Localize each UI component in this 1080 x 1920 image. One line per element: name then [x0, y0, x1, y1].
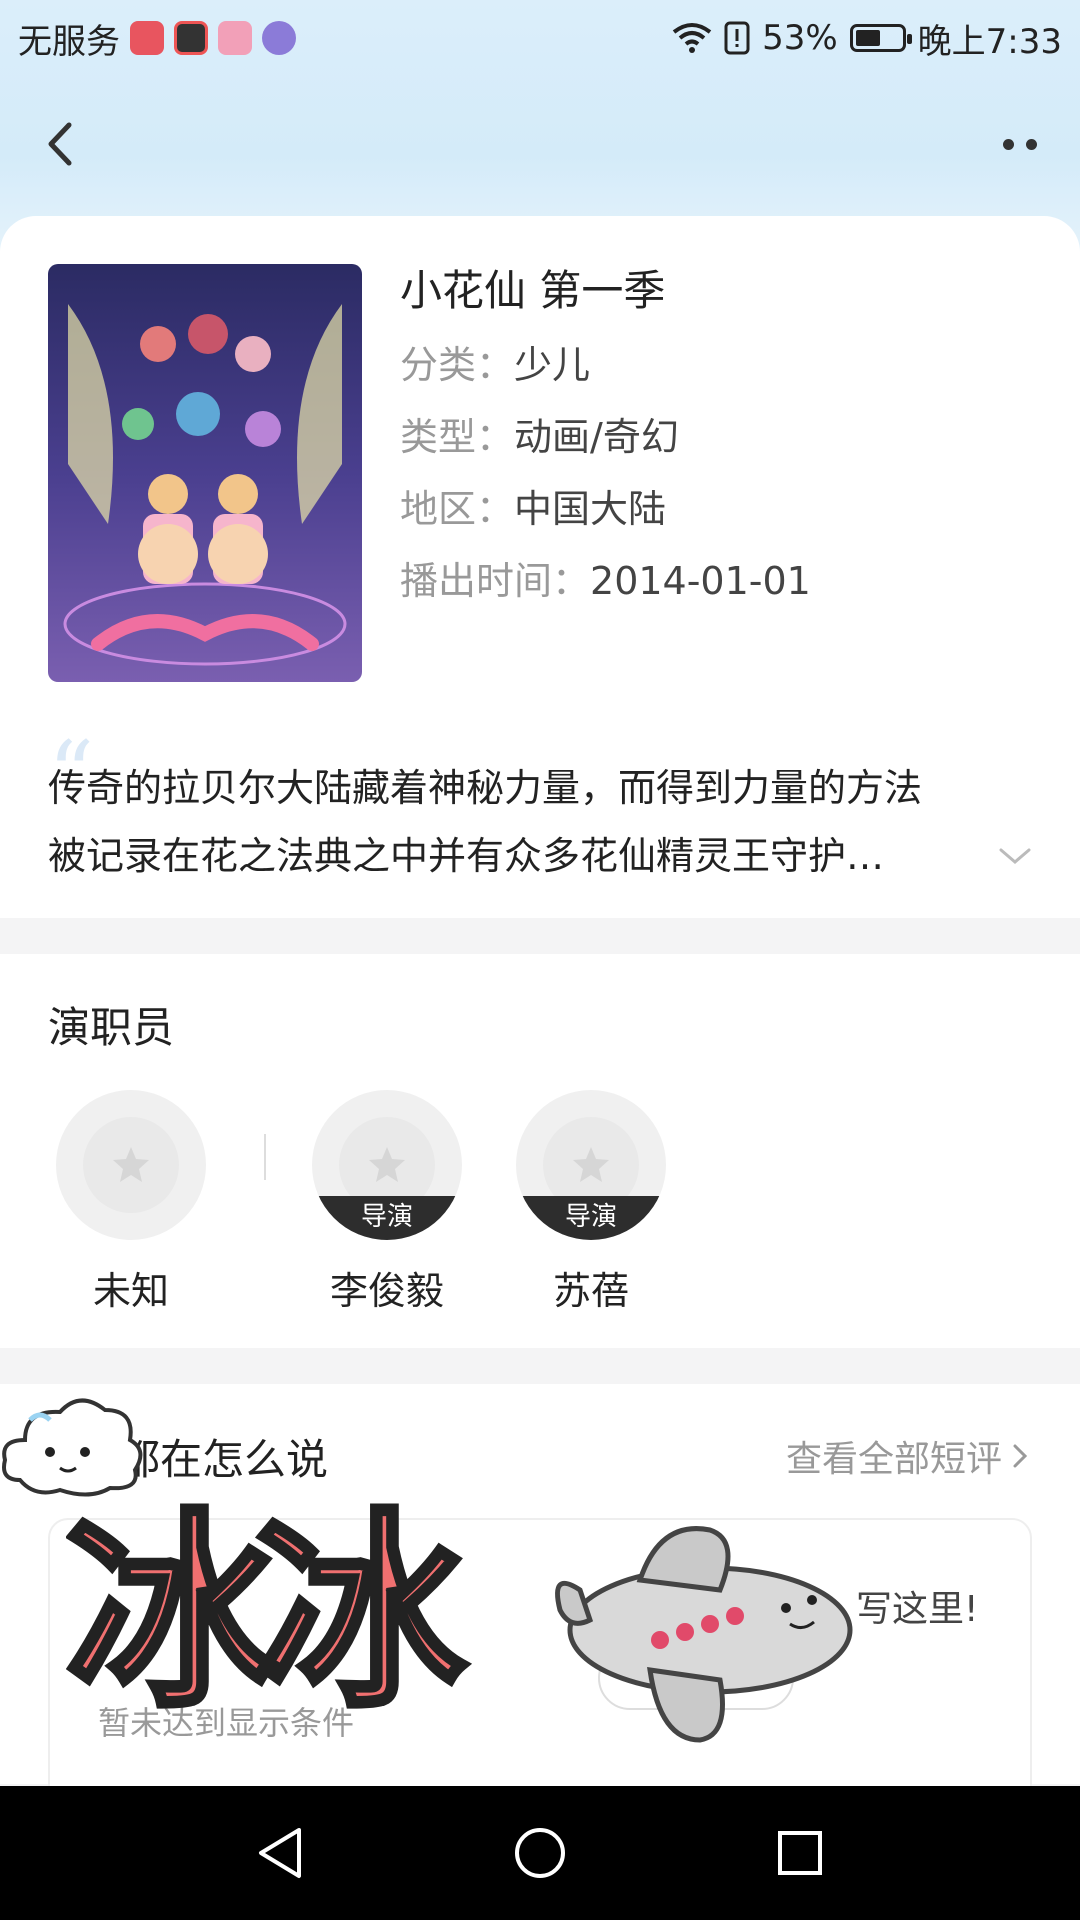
chat-app-icon	[218, 21, 252, 55]
back-button[interactable]	[30, 114, 90, 174]
genre-value: 动画/奇幻	[514, 415, 679, 459]
avatar: 导演	[516, 1090, 666, 1240]
air-date-row: 播出时间：2014-01-01	[400, 556, 811, 606]
battery-percent: 53%	[762, 18, 838, 58]
status-bar: 无服务 53% 晚上7:33	[0, 0, 1080, 76]
cast-name: 李俊毅	[329, 1269, 444, 1313]
region-label: 地区：	[400, 487, 515, 531]
more-options-button[interactable]	[990, 114, 1050, 174]
sticker-text: 冰冰	[66, 1491, 467, 1726]
category-value: 少儿	[514, 343, 591, 387]
view-all-label: 查看全部短评	[785, 1439, 1002, 1480]
wifi-icon	[672, 23, 712, 53]
chevron-right-icon	[1013, 1444, 1028, 1468]
huawei-app-icon	[130, 21, 164, 55]
system-home-button[interactable]	[500, 1813, 580, 1893]
circle-home-icon	[515, 1828, 565, 1878]
square-recents-icon	[778, 1831, 822, 1875]
more-dot-icon	[1026, 138, 1037, 150]
avatar: 导演	[312, 1090, 462, 1240]
category-row: 分类：少儿	[400, 340, 811, 390]
star-placeholder-icon	[113, 1147, 149, 1182]
cast-name: 未知	[92, 1269, 169, 1313]
cast-title: 演职员	[48, 1003, 175, 1052]
region-row: 地区：中国大陆	[400, 484, 811, 534]
genre-row: 类型：动画/奇幻	[400, 412, 811, 462]
cast-member[interactable]: 未知	[56, 1090, 206, 1315]
description-line: 被记录在花之法典之中并有众多花仙精灵王守护…	[48, 834, 885, 878]
cast-name: 苏蓓	[552, 1269, 629, 1313]
genre-label: 类型：	[400, 415, 515, 459]
show-description[interactable]: 传奇的拉贝尔大陆藏着神秘力量，而得到力量的方法 被记录在花之法典之中并有众多花仙…	[48, 754, 1038, 890]
region-value: 中国大陆	[514, 487, 667, 531]
cast-member[interactable]: 导演 李俊毅	[312, 1090, 462, 1315]
star-placeholder-icon	[573, 1147, 609, 1182]
clock: 晚上7:33	[917, 21, 1062, 62]
avatar	[56, 1090, 206, 1240]
system-recents-button[interactable]	[760, 1813, 840, 1893]
view-all-reviews-link[interactable]: 查看全部短评	[786, 1430, 1028, 1482]
category-label: 分类：	[400, 343, 515, 387]
nav-bar-top	[0, 96, 1080, 192]
role-badge: 导演	[516, 1196, 666, 1240]
star-placeholder-icon	[369, 1147, 405, 1182]
carrier-text: 无服务	[18, 21, 120, 62]
chevron-down-icon[interactable]	[998, 846, 1032, 866]
cast-section: 演职员 未知 导演 李俊毅 导演 苏蓓	[0, 954, 1080, 1348]
more-dot-icon	[1003, 138, 1014, 150]
show-title: 小花仙 第一季	[400, 266, 666, 315]
cast-divider	[264, 1134, 266, 1180]
back-arrow-icon	[48, 122, 72, 166]
browser-app-icon	[262, 21, 296, 55]
video-app-icon	[174, 21, 208, 55]
triangle-back-icon	[259, 1828, 301, 1878]
battery-icon	[849, 24, 912, 52]
cast-member[interactable]: 导演 苏蓓	[516, 1090, 666, 1315]
airplane-sticker	[555, 1526, 853, 1743]
system-back-button[interactable]	[240, 1813, 320, 1893]
role-badge: 导演	[312, 1196, 462, 1240]
sim-alert-icon	[724, 21, 750, 55]
air-date-label: 播出时间：	[400, 559, 591, 603]
system-nav-bar	[0, 1786, 1080, 1920]
air-date-value: 2014-01-01	[590, 559, 811, 603]
show-poster[interactable]	[48, 264, 362, 682]
write-hint-text: 写这里!	[856, 1589, 979, 1630]
description-line: 传奇的拉贝尔大陆藏着神秘力量，而得到力量的方法	[48, 766, 923, 810]
show-info-card: 小花仙 第一季 分类：少儿 类型：动画/奇幻 地区：中国大陆 播出时间：2014…	[0, 216, 1080, 918]
